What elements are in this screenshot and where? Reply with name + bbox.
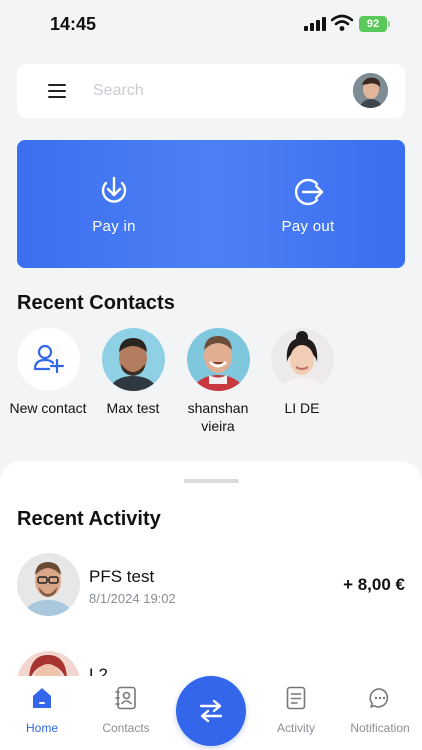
search-input[interactable] (93, 76, 333, 106)
pay-in-icon (101, 176, 127, 203)
new-contact-button[interactable]: New contact (8, 328, 88, 417)
battery-level: 92 (366, 18, 380, 30)
activity-amount: + 8,00 € (343, 575, 405, 594)
pay-out-icon (294, 178, 324, 206)
tab-label: Activity (276, 721, 315, 735)
tab-home[interactable]: Home (0, 676, 84, 750)
tab-label: Home (25, 721, 58, 735)
recent-contacts-title: Recent Contacts (17, 292, 175, 314)
activity-date: 8/1/2024 19:02 (89, 591, 176, 606)
menu-icon[interactable] (47, 82, 69, 100)
pay-in-button[interactable]: Pay in (17, 140, 211, 268)
contact-name: Max test (106, 400, 160, 416)
contact-name: shanshan vieira (187, 400, 249, 434)
tab-activity[interactable]: Activity (254, 676, 338, 750)
tab-label: Notification (350, 721, 410, 735)
chat-icon (369, 688, 389, 708)
contact-avatar (270, 328, 334, 391)
tab-contacts[interactable]: Contacts (84, 676, 168, 750)
contact-item[interactable]: Max test (93, 328, 173, 417)
battery-icon: 92 (359, 16, 390, 32)
contact-item[interactable]: shanshan vieira (178, 328, 258, 435)
activity-title: PFS test (89, 567, 155, 586)
contact-name: LI DE (284, 400, 320, 416)
contact-avatar (186, 328, 250, 391)
activity-icon (286, 686, 306, 710)
pay-out-button[interactable]: Pay out (211, 140, 405, 268)
transfer-button[interactable] (176, 676, 246, 746)
status-time: 14:45 (50, 14, 97, 34)
sheet-grabber[interactable] (184, 479, 239, 483)
pay-card: Pay in Pay out (17, 140, 405, 268)
home-icon (33, 688, 51, 708)
activity-avatar (17, 553, 80, 616)
contact-avatar (101, 328, 165, 391)
pay-in-label: Pay in (92, 218, 136, 235)
profile-avatar[interactable] (353, 73, 388, 108)
search-bar (17, 64, 405, 118)
status-bar: 14:45 92 (0, 0, 422, 50)
pay-out-label: Pay out (281, 218, 335, 235)
signal-icon (304, 17, 326, 31)
add-user-icon (16, 328, 80, 391)
wifi-icon (331, 14, 353, 31)
contacts-icon (115, 686, 136, 710)
contact-name: New contact (9, 400, 87, 416)
recent-activity-title: Recent Activity (17, 508, 161, 530)
activity-item[interactable]: PFS test 8/1/2024 19:02 + 8,00 € (17, 553, 405, 617)
transfer-arrows-icon (199, 699, 223, 723)
contact-item[interactable]: LI DE (262, 328, 342, 417)
tab-notification[interactable]: Notification (338, 676, 422, 750)
tab-label: Contacts (102, 721, 150, 735)
